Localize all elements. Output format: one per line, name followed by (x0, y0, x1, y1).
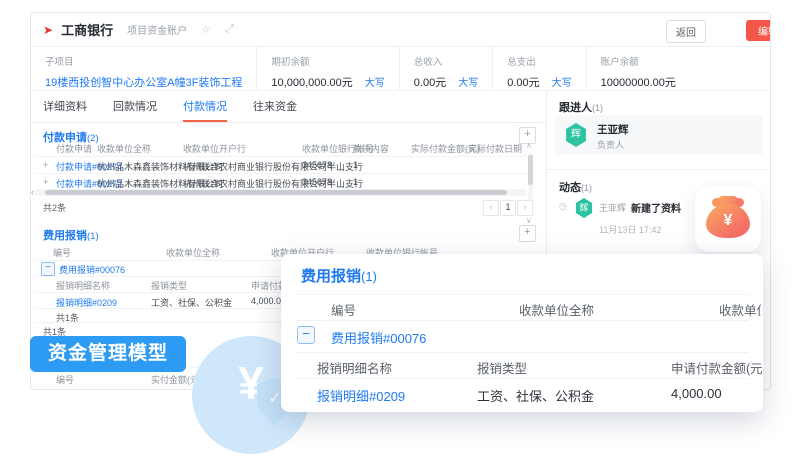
activity-action: 新建了资料 (631, 200, 681, 215)
edit-button[interactable]: 编辑 (746, 20, 771, 41)
capitalize-link[interactable]: 大写 (365, 78, 385, 89)
expense-link[interactable]: 费用报销#00076 (59, 263, 125, 276)
column-header: 申请付款金额(元) (671, 358, 763, 377)
cell-account: 345678 (302, 160, 332, 170)
column-header: 收款单位开户行 (719, 300, 761, 319)
cell-amount: 4,000.00 (671, 386, 722, 401)
column-header: 款项内容 (353, 142, 389, 155)
overlay-title: 费用报销(1) (301, 265, 377, 286)
field-account-balance: 账户余额 10000000.00元 (586, 47, 690, 90)
scrollbar-thumb[interactable] (45, 190, 507, 195)
follower-role: 负责人 (597, 138, 624, 151)
expense-detail-link[interactable]: 报销明细#0209 (317, 386, 405, 405)
summary-bar: 子项目 19楼西投创智中心办公室A幢3F装饰工程 期初余额 10,000,000… (31, 47, 771, 91)
column-header: 收款单位全称 (166, 246, 220, 259)
divider (35, 173, 531, 174)
field-label: 期初余额 (271, 54, 384, 68)
back-button[interactable]: 返回 (666, 20, 706, 43)
cell-bank: 杭州联合农村商业银行股份有限公司半山支行 (183, 160, 363, 173)
expense-link[interactable]: 费用报销#00076 (331, 328, 426, 347)
column-header: 实际付款日期 (468, 142, 522, 155)
scroll-left-icon[interactable]: ‹ (31, 187, 34, 197)
field-value: 0.00元 (507, 77, 539, 89)
add-expense-button[interactable]: + (519, 225, 536, 242)
page-title: 工商银行 (61, 20, 113, 39)
clock-icon: ◷ (559, 201, 567, 212)
page-next-button[interactable]: › (517, 200, 533, 216)
collapse-row-icon[interactable]: − (41, 262, 55, 276)
divider (295, 320, 749, 321)
divider (35, 156, 531, 157)
field-label: 总支出 (507, 54, 571, 68)
fund-app-card[interactable]: ¥ (695, 186, 761, 252)
subproject-link[interactable]: 19楼西投创智中心办公室A幢3F装饰工程 (45, 77, 242, 89)
followers-title: 跟进人(1) (559, 99, 603, 115)
avatar: 辉 (575, 198, 593, 218)
follower-name: 王亚辉 (597, 122, 629, 137)
column-header: 收款单位全称 (97, 142, 151, 155)
expense-zoom-panel: 费用报销(1) 编号 收款单位全称 收款单位开户行 − 费用报销#00076 报… (281, 254, 763, 412)
activity-user: 王亚辉 (599, 201, 626, 214)
capitalize-link[interactable]: 大写 (458, 78, 478, 89)
check-icon: ✓ (268, 390, 281, 407)
tab-details[interactable]: 详细资料 (43, 91, 87, 122)
field-label: 账户余额 (601, 54, 676, 68)
field-opening-balance: 期初余额 10,000,000.00元 大写 (256, 47, 398, 90)
field-value: 10,000,000.00元 (271, 77, 352, 89)
scroll-down-icon[interactable]: ∨ (526, 216, 532, 225)
page-number[interactable]: 1 (500, 200, 516, 216)
expand-row-icon[interactable]: + (43, 160, 48, 170)
field-value: 10000000.00元 (601, 77, 676, 89)
window-header: ➤ 工商银行 项目资金账户 ☆ ⤢ 返回 编辑 (31, 13, 770, 47)
field-label: 子项目 (45, 54, 242, 68)
breadcrumb: 项目资金账户 (127, 22, 187, 37)
field-label: 总收入 (414, 54, 478, 68)
cell-content: 1 (353, 160, 358, 170)
column-header: 编号 (53, 246, 71, 259)
cell-expense-type: 工资、社保、公积金 (477, 386, 594, 405)
expand-icon[interactable]: ⤢ (225, 23, 234, 36)
capitalize-link[interactable]: 大写 (552, 78, 572, 89)
activity-title: 动态(1) (559, 179, 592, 195)
column-header: 报销明细名称 (56, 279, 110, 292)
activity-time: 11月13日 17:42 (599, 223, 661, 236)
field-subproject: 子项目 19楼西投创智中心办公室A幢3F装饰工程 (31, 47, 256, 90)
divider (295, 352, 749, 353)
expense-section-title: 费用报销(1) (43, 227, 99, 243)
column-header: 收款单位开户行 (183, 142, 246, 155)
column-header: 编号 (331, 300, 356, 319)
column-header: 付款申请 (56, 142, 92, 155)
field-total-income: 总收入 0.00元 大写 (399, 47, 492, 90)
cell-account: 345678 (302, 177, 332, 187)
tab-transactions[interactable]: 往来资金 (253, 91, 297, 122)
divider (295, 378, 749, 379)
cell-content: 1 (353, 177, 358, 187)
field-value: 0.00元 (414, 77, 446, 89)
scrollbar-thumb[interactable] (528, 155, 533, 185)
divider (295, 294, 749, 295)
avatar: 辉 (565, 123, 587, 147)
yuan-icon: ¥ (724, 212, 733, 230)
divider (547, 169, 771, 170)
tab-repayment[interactable]: 回款情况 (113, 91, 157, 122)
tab-payment[interactable]: 付款情况 (183, 91, 227, 122)
payment-total-count: 共2条 (43, 201, 66, 214)
field-total-expense: 总支出 0.00元 大写 (492, 47, 585, 90)
tab-bar: 详细资料 回款情况 付款情况 往来资金 (31, 91, 546, 123)
column-header: 报销类型 (477, 358, 527, 377)
column-header: 收款单位全称 (519, 300, 594, 319)
horizontal-scrollbar[interactable] (35, 189, 527, 196)
scroll-up-icon[interactable]: ∧ (526, 141, 532, 150)
follower-card[interactable]: 辉 王亚辉 负责人 (555, 115, 763, 155)
module-badge: 资金管理模型 (30, 336, 186, 372)
money-bag-icon: ¥ (706, 204, 750, 238)
column-header: 编号 (56, 373, 74, 386)
column-header: 报销类型 (151, 279, 187, 292)
bank-logo-icon: ➤ (43, 23, 53, 37)
collapse-row-icon[interactable]: − (297, 326, 315, 344)
page-prev-button[interactable]: ‹ (483, 200, 499, 216)
column-header: 报销明细名称 (317, 358, 392, 377)
star-icon[interactable]: ☆ (201, 23, 211, 36)
expand-row-icon[interactable]: + (43, 177, 48, 187)
